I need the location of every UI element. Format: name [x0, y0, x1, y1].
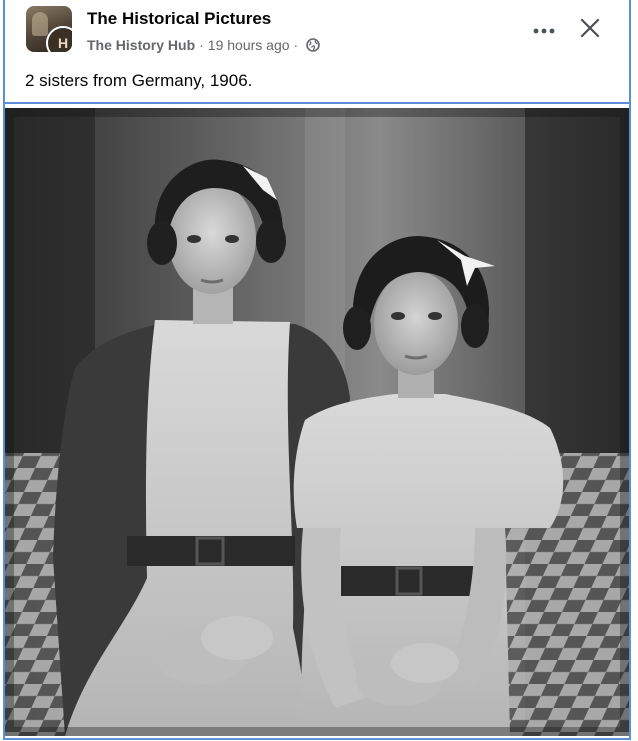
globe-icon	[306, 38, 321, 52]
group-avatar-badge: H	[46, 26, 72, 52]
post-timestamp[interactable]: 19 hours ago	[208, 37, 290, 53]
page-avatar[interactable]: H	[26, 6, 72, 52]
more-options-icon	[533, 21, 555, 39]
close-button[interactable]	[573, 13, 607, 47]
meta-separator-2: ·	[293, 37, 299, 53]
avatar-letter: H	[57, 35, 69, 51]
group-name-link[interactable]: The History Hub	[87, 37, 195, 53]
more-options-button[interactable]	[527, 16, 561, 44]
post-photo[interactable]	[5, 108, 629, 736]
page-name-link[interactable]: The Historical Pictures	[87, 9, 271, 29]
post-caption: 2 sisters from Germany, 1906.	[25, 71, 253, 90]
avatar-photo	[32, 12, 48, 36]
photo-image	[5, 108, 629, 736]
post-header: H The Historical Pictures The History Hu…	[5, 0, 629, 104]
close-icon	[580, 18, 600, 43]
post-card: H The Historical Pictures The History Hu…	[3, 0, 631, 740]
post-meta: The History Hub · 19 hours ago ·	[87, 37, 321, 53]
meta-separator: ·	[199, 37, 204, 53]
